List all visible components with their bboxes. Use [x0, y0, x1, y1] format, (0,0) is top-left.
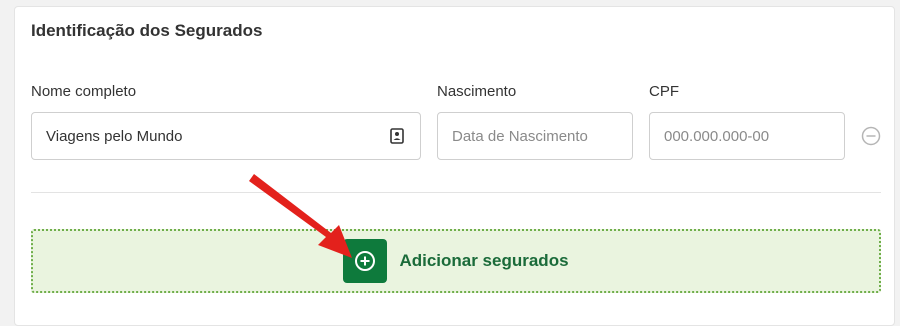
plus-circle-icon[interactable]	[343, 239, 388, 283]
cpf-field[interactable]: 000.000.000-00	[649, 112, 845, 160]
full-name-label: Nome completo	[31, 83, 137, 100]
birth-date-placeholder: Data de Nascimento	[452, 127, 588, 145]
cpf-label: CPF	[649, 83, 679, 100]
add-insured-label: Adicionar segurados	[399, 251, 569, 270]
minus-circle-icon[interactable]	[861, 126, 881, 146]
full-name-field[interactable]: Viagens pelo Mundo	[31, 112, 421, 160]
divider	[31, 192, 881, 193]
birth-date-field[interactable]: Data de Nascimento	[437, 112, 633, 160]
section-title: Identificação dos Segurados	[31, 21, 263, 40]
contact-card-icon[interactable]	[388, 127, 406, 145]
add-insured-button[interactable]: Adicionar segurados	[31, 229, 881, 293]
insured-identification-panel: Identificação dos Segurados Nome complet…	[14, 6, 895, 326]
birth-label: Nascimento	[437, 83, 517, 100]
cpf-placeholder: 000.000.000-00	[664, 127, 770, 145]
full-name-value: Viagens pelo Mundo	[46, 127, 183, 145]
